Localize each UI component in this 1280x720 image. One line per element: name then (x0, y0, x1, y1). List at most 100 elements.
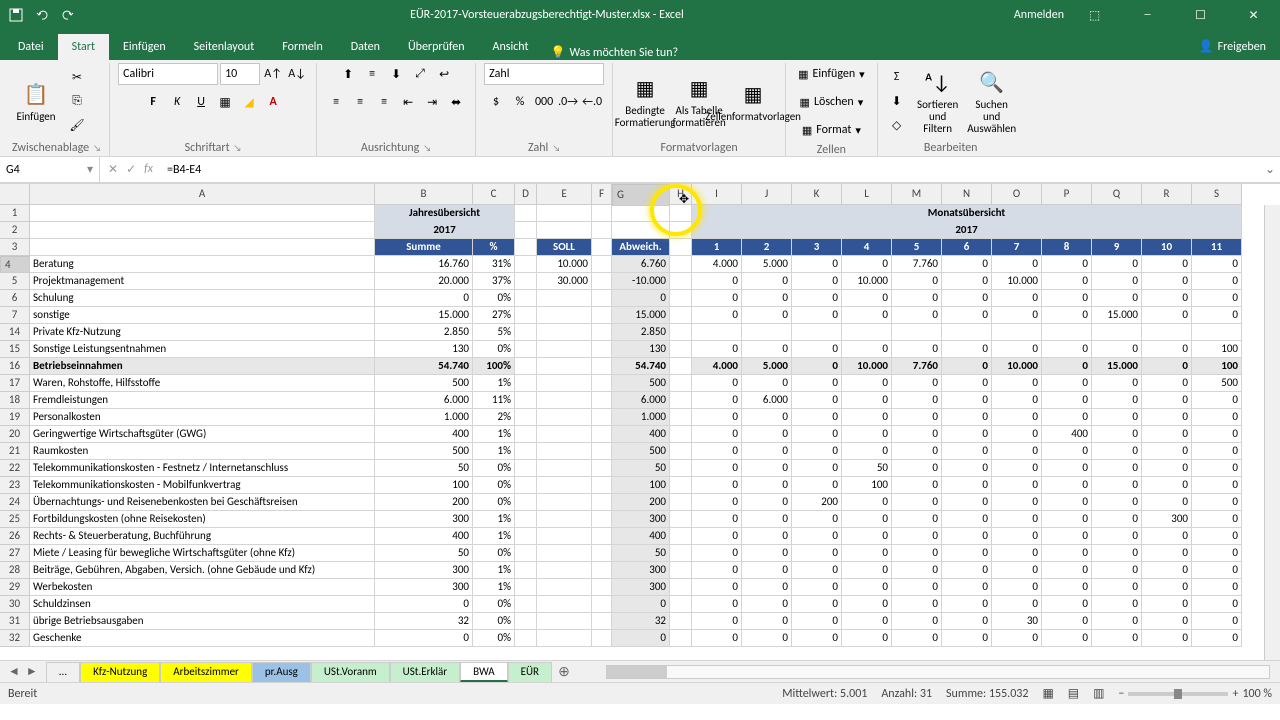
cell[interactable]: 0 (1092, 562, 1142, 579)
cell[interactable]: 400 (375, 528, 473, 545)
cell[interactable]: 0 (1142, 256, 1192, 273)
cell[interactable]: Geringwertige Wirtschaftsgüter (GWG) (30, 426, 375, 443)
col-header-F[interactable]: F (592, 184, 612, 205)
tab-seitenlayout[interactable]: Seitenlayout (180, 34, 269, 60)
sheet-tab[interactable]: Kfz-Nutzung (80, 662, 160, 682)
zoom-level[interactable]: 100 % (1242, 687, 1272, 701)
row-header-7[interactable]: 7 (0, 307, 30, 324)
cell[interactable]: 32 (375, 613, 473, 630)
cell[interactable]: 0 (892, 630, 942, 647)
cell[interactable] (537, 511, 592, 528)
tab-start[interactable]: Start (58, 34, 109, 60)
cell[interactable]: 0 (992, 562, 1042, 579)
cell[interactable] (592, 273, 612, 290)
cell[interactable]: 0 (1192, 494, 1242, 511)
row-header-21[interactable]: 21 (0, 443, 30, 460)
cell[interactable]: 0 (842, 562, 892, 579)
cell[interactable]: 0 (1092, 375, 1142, 392)
cell[interactable] (537, 205, 592, 222)
cell[interactable]: 0 (1042, 511, 1092, 528)
row-header-4[interactable]: 4 (0, 256, 30, 273)
col-header-P[interactable]: P (1042, 184, 1092, 205)
cell[interactable]: 15.000 (612, 307, 670, 324)
cell[interactable]: 54.740 (612, 358, 670, 375)
cell[interactable]: 0 (1192, 613, 1242, 630)
cell[interactable]: 0 (1042, 613, 1092, 630)
cell[interactable]: 0 (1042, 273, 1092, 290)
cell[interactable]: 0 (842, 528, 892, 545)
col-header-A[interactable]: A (30, 184, 375, 205)
cell[interactable]: 0% (473, 596, 515, 613)
cell[interactable]: 0 (1092, 630, 1142, 647)
cell[interactable] (515, 341, 537, 358)
align-top-icon[interactable]: ⬆ (337, 63, 359, 85)
cell[interactable]: 7.760 (892, 256, 942, 273)
cell[interactable]: 4.000 (692, 256, 742, 273)
font-launcher[interactable]: ↘ (234, 143, 242, 154)
cell[interactable] (842, 324, 892, 341)
formula-input[interactable]: =B4-E4 (161, 163, 1260, 177)
cell[interactable]: 0% (473, 494, 515, 511)
cell[interactable] (592, 307, 612, 324)
cell[interactable]: 0 (942, 392, 992, 409)
cell[interactable]: 0 (1042, 460, 1092, 477)
cell[interactable]: 54.740 (375, 358, 473, 375)
cell[interactable]: 0 (1092, 494, 1142, 511)
cell[interactable]: 0% (473, 290, 515, 307)
cell[interactable] (515, 494, 537, 511)
cell[interactable]: 0 (992, 290, 1042, 307)
col-header-R[interactable]: R (1142, 184, 1192, 205)
italic-button[interactable]: K (166, 91, 188, 113)
cell[interactable] (670, 511, 692, 528)
cell[interactable] (592, 613, 612, 630)
cell[interactable]: 0 (1192, 511, 1242, 528)
cell[interactable] (612, 205, 670, 222)
cell[interactable]: 0 (992, 443, 1042, 460)
cell[interactable]: 100 (612, 477, 670, 494)
cell[interactable] (592, 239, 612, 256)
cell[interactable]: 0 (942, 341, 992, 358)
cell[interactable]: 50 (375, 545, 473, 562)
cell[interactable] (670, 613, 692, 630)
cell[interactable]: 11% (473, 392, 515, 409)
cell[interactable] (30, 239, 375, 256)
cell[interactable]: 5.000 (742, 358, 792, 375)
cell[interactable]: 27% (473, 307, 515, 324)
cell[interactable] (537, 392, 592, 409)
cell[interactable]: 0 (1142, 392, 1192, 409)
cell[interactable]: 0 (792, 256, 842, 273)
percent-icon[interactable]: % (509, 91, 531, 113)
cell[interactable]: 0 (692, 630, 742, 647)
cell[interactable]: 6.000 (612, 392, 670, 409)
clipboard-launcher[interactable]: ↘ (93, 143, 101, 154)
cell[interactable]: Personalkosten (30, 409, 375, 426)
cell[interactable]: 0 (792, 375, 842, 392)
cell[interactable]: Telekommunikationskosten - Mobilfunkvert… (30, 477, 375, 494)
cell[interactable] (537, 443, 592, 460)
cell[interactable]: 0 (1142, 596, 1192, 613)
col-header-S[interactable]: S (1192, 184, 1242, 205)
cell[interactable]: 0 (1042, 494, 1092, 511)
cell[interactable]: 300 (1142, 511, 1192, 528)
cell[interactable] (670, 528, 692, 545)
underline-button[interactable]: U (190, 91, 212, 113)
cell[interactable]: 15.000 (375, 307, 473, 324)
cell[interactable] (592, 290, 612, 307)
col-header-J[interactable]: J (742, 184, 792, 205)
share-button[interactable]: 👤 Freigeben (1185, 33, 1280, 60)
cell[interactable]: 0 (1092, 409, 1142, 426)
cell[interactable]: 0 (842, 375, 892, 392)
cell[interactable]: 0 (1092, 613, 1142, 630)
comma-icon[interactable]: 000 (533, 91, 555, 113)
cell[interactable] (537, 375, 592, 392)
cell[interactable]: 0 (742, 494, 792, 511)
cell[interactable]: 100 (1192, 358, 1242, 375)
format-as-table-button[interactable]: ▦Als Tabelle formatieren (675, 66, 723, 136)
delete-cells-button[interactable]: ▦ Löschen ▾ (796, 91, 868, 113)
cell[interactable]: 0 (792, 596, 842, 613)
cell[interactable]: 0 (375, 290, 473, 307)
cell[interactable] (670, 562, 692, 579)
cell[interactable]: 0 (1092, 460, 1142, 477)
expand-formula-icon[interactable]: ⌄ (1260, 162, 1280, 177)
cell[interactable]: 10 (1142, 239, 1192, 256)
